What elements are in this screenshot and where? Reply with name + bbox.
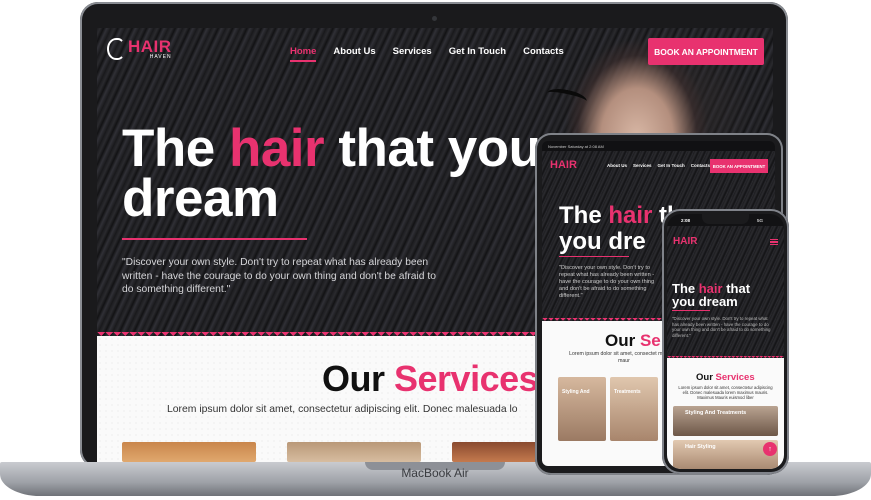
tablet-nav-get-in-touch[interactable]: Get In Touch [658,163,685,168]
nav-about-us[interactable]: About Us [333,46,375,57]
tablet-hero-line1-highlight: hair [608,202,653,229]
tablet-services-title-a: Our [605,331,640,350]
services-title: Our Services [322,358,539,400]
phone-zigzag-divider [667,356,784,360]
phone-services-title-a: Our [696,372,716,383]
tablet-services-title: Our Se [605,331,661,351]
nav-get-in-touch[interactable]: Get In Touch [449,46,506,57]
phone-notch [702,214,749,224]
phone-hero-divider [672,310,710,311]
tablet-service-card-label: Treatments [614,389,641,395]
phone-service-card[interactable]: Styling And Treatments [673,406,778,436]
phone-logo[interactable]: HAIR [673,236,697,247]
phone-screen: 2:08 5G HAIR The hair that you dream "Di… [667,214,784,469]
tablet-service-card-label: Styling And [562,389,590,395]
phone-hero-title: The hair that you dream [672,282,772,308]
tablet-hero-line1-a: The [559,202,609,229]
tablet-nav: About Us Services Get In Touch Contacts [607,163,710,168]
phone-service-card[interactable]: Hair Styling [673,440,778,469]
service-card[interactable] [122,442,256,462]
site-header: HAIR HAVEN Home About Us Services Get In… [97,28,773,76]
services-title-part1: Our [322,358,395,399]
tablet-nav-services[interactable]: Services [633,163,652,168]
tablet-hero-quote: "Discover your own style. Don't try to r… [559,265,655,299]
site-logo[interactable]: HAIR HAVEN [107,38,172,60]
hero-quote: "Discover your own style. Don't try to r… [122,257,436,295]
services-title-highlight: Services [394,358,539,399]
hero-title: The hair that you dream [122,122,582,225]
hairdresser-logo-icon [107,38,125,60]
tablet-nav-about[interactable]: About Us [607,163,627,168]
phone-service-card-label: Styling And Treatments [685,410,747,416]
nav-services[interactable]: Services [393,46,432,57]
nav-contacts[interactable]: Contacts [523,46,564,57]
tablet-logo[interactable]: HAIR [550,159,577,171]
hero-divider [122,238,307,240]
phone-services-title-highlight: Services [715,372,755,383]
phone-services-title: Our Services [696,372,755,383]
main-nav: Home About Us Services Get In Touch Cont… [290,46,564,62]
tablet-book-button[interactable]: BOOK AN APPOINTMENT [710,159,768,173]
tablet-nav-contacts[interactable]: Contacts [691,163,710,168]
phone-clock: 2:08 [681,218,691,223]
macbook-camera [432,16,437,21]
tablet-services-title-highlight: Se [639,331,661,350]
service-card[interactable] [287,442,421,462]
logo-text: HAIR [128,36,172,56]
book-appointment-button[interactable]: BOOK AN APPOINTMENT [648,38,764,65]
tablet-hero-divider [559,256,629,257]
tablet-service-card[interactable]: Styling And [558,377,606,441]
phone-services-subtitle: Lorem ipsum dolor sit amet, consectetur … [678,385,773,400]
phone-signal: 5G [757,218,764,223]
tablet-hero-line2: you dre [559,228,646,255]
phone-hero-quote: "Discover your own style. Don't try to r… [672,316,771,338]
macbook-label: MacBook Air [401,466,469,480]
scroll-top-button[interactable]: ↑ [763,442,777,456]
hamburger-menu-icon[interactable] [770,239,778,245]
services-subtitle: Lorem ipsum dolor sit amet, consectetur … [167,404,518,415]
nav-home[interactable]: Home [290,46,317,62]
tablet-service-card[interactable]: Treatments [610,377,658,441]
tablet-status-bar: November Saturday at 2:08 AM [548,144,604,149]
phone-service-card-label: Hair Styling [685,444,716,450]
